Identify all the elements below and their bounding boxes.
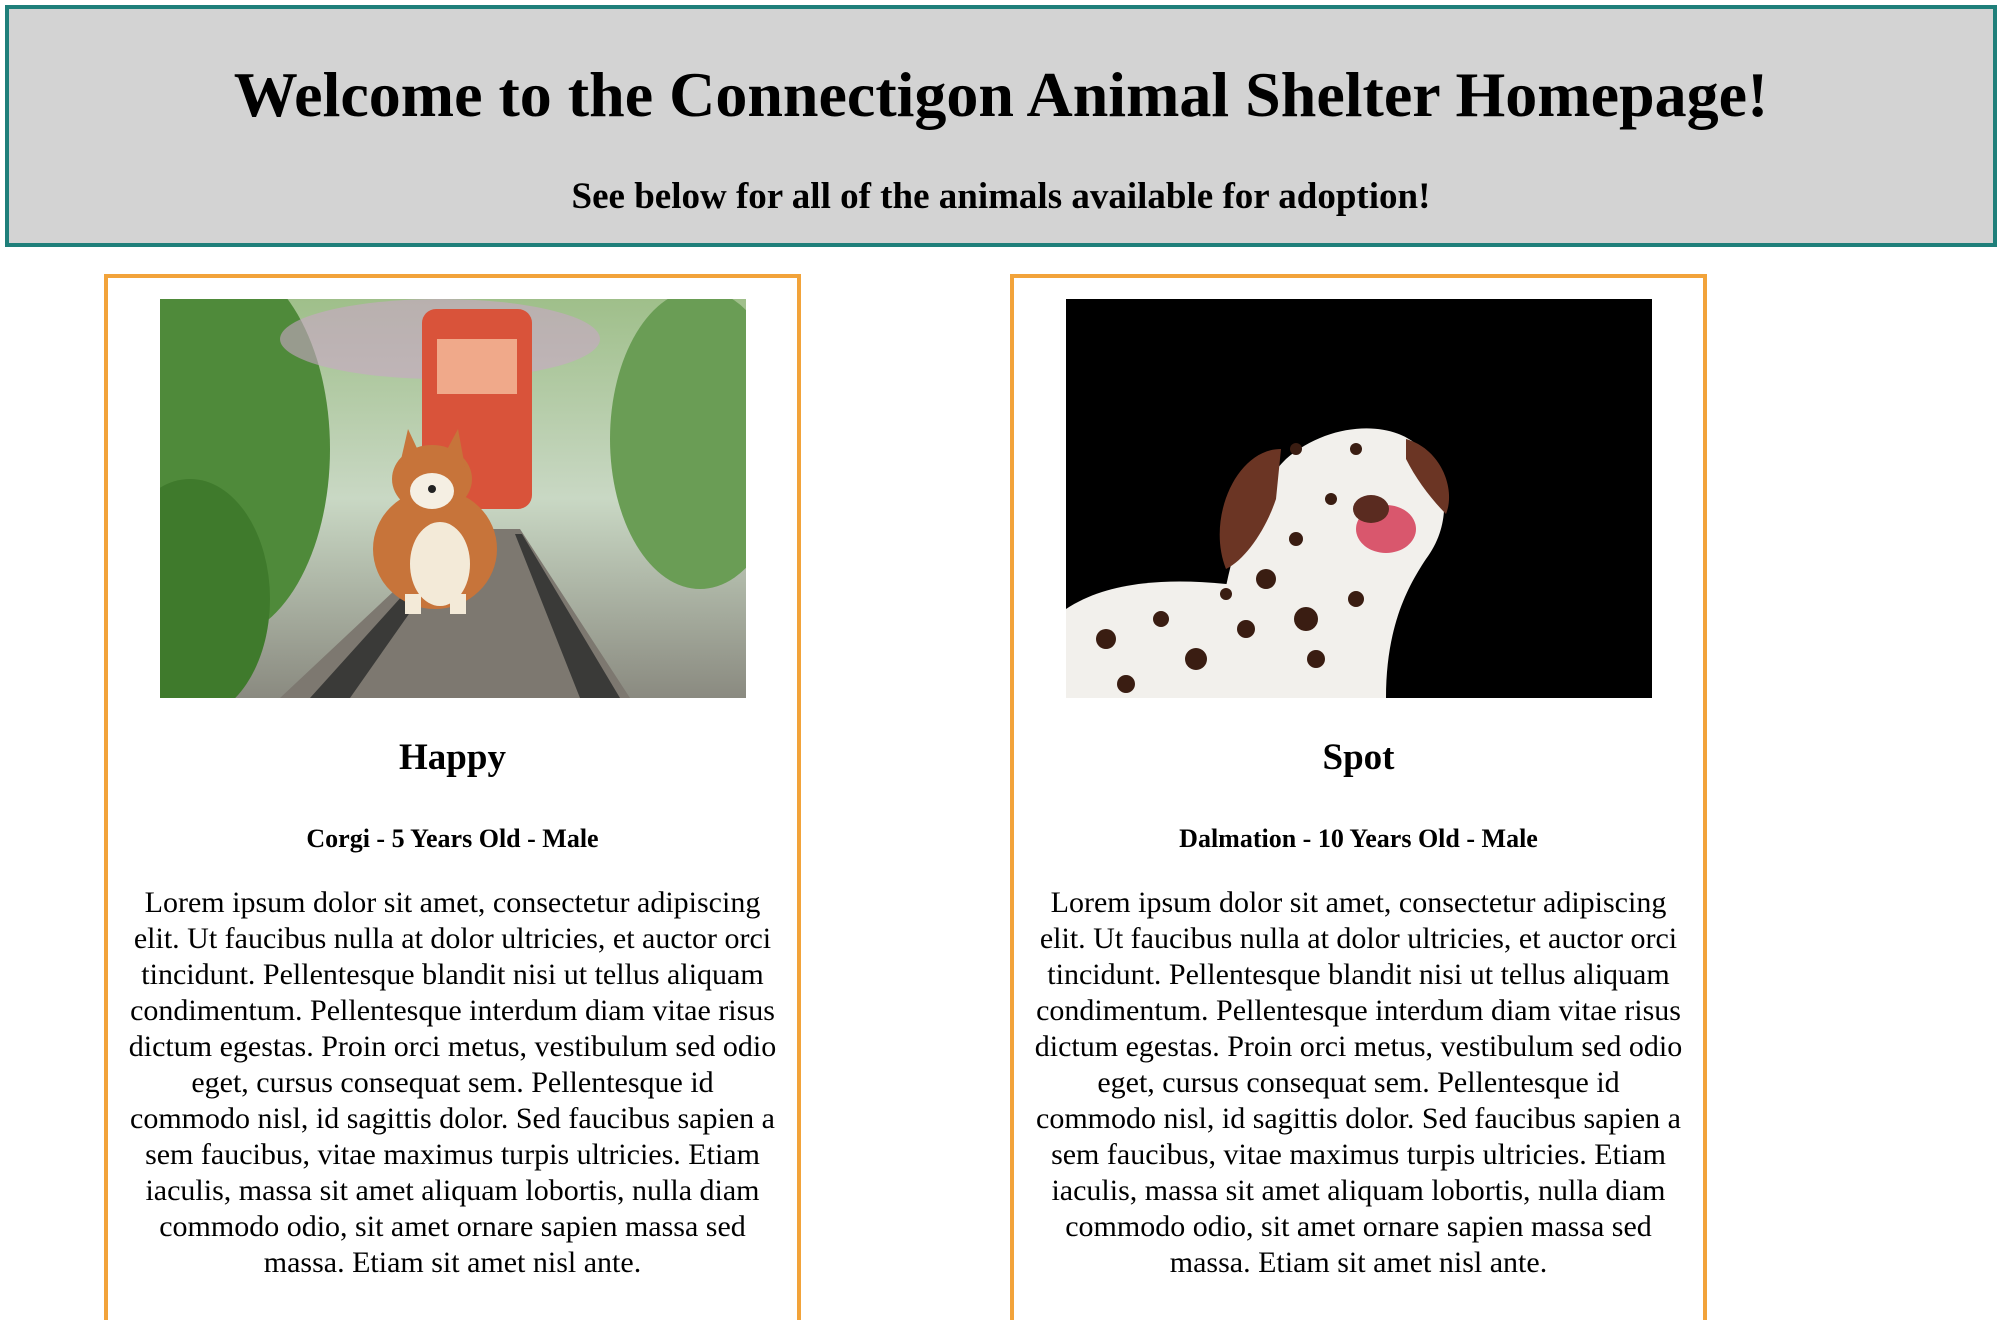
animal-info: Corgi - 5 Years Old - Male bbox=[306, 824, 599, 853]
animal-card-spot: Spot Dalmation - 10 Years Old - Male Lor… bbox=[1010, 274, 1707, 1320]
page-header: Welcome to the Connectigon Animal Shelte… bbox=[5, 5, 1997, 247]
animal-name: Happy bbox=[399, 737, 506, 778]
dalmatian-photo bbox=[1066, 299, 1652, 698]
page-title: Welcome to the Connectigon Animal Shelte… bbox=[233, 59, 1769, 130]
animal-name: Spot bbox=[1322, 737, 1395, 778]
animal-description: Lorem ipsum dolor sit amet, consectetur … bbox=[128, 886, 777, 1279]
animal-description: Lorem ipsum dolor sit amet, consectetur … bbox=[1034, 886, 1683, 1279]
corgi-photo bbox=[160, 299, 746, 698]
animal-info: Dalmation - 10 Years Old - Male bbox=[1179, 824, 1538, 853]
page-subtitle: See below for all of the animals availab… bbox=[571, 176, 1431, 217]
animal-card-happy: Happy Corgi - 5 Years Old - Male Lorem i… bbox=[104, 274, 801, 1320]
